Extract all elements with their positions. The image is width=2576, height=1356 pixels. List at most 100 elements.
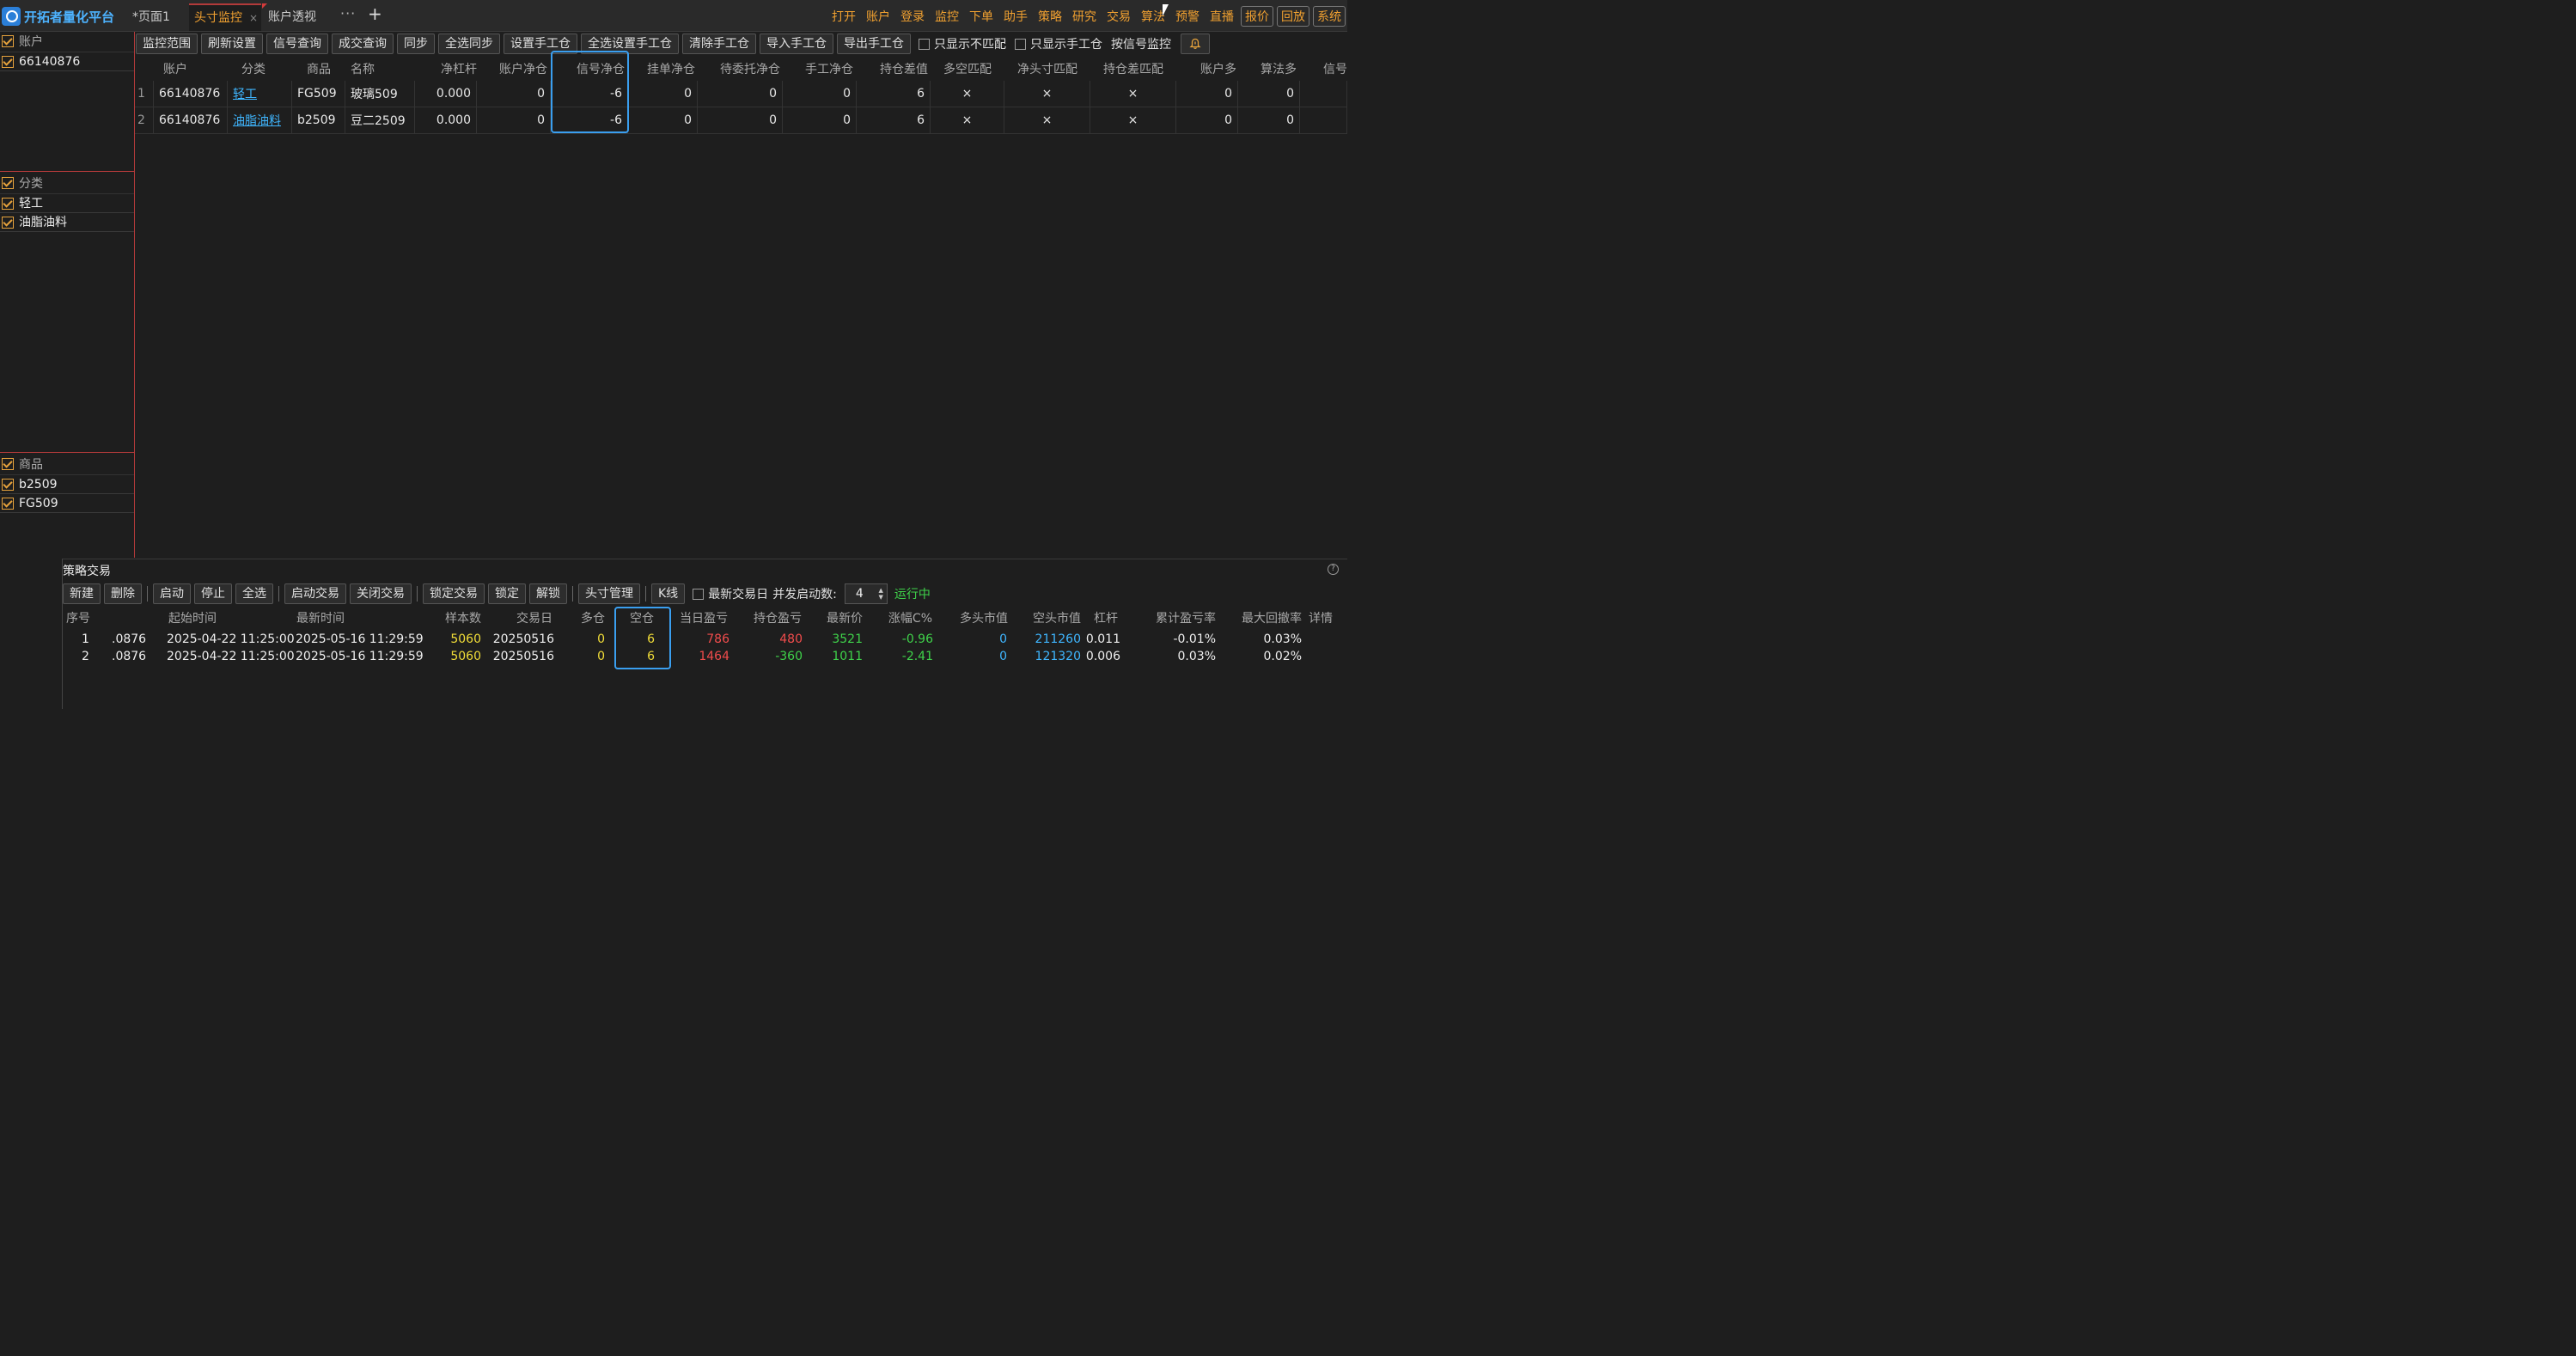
unlock-button[interactable]: 解锁 <box>529 583 567 604</box>
fill-query-button[interactable]: 成交查询 <box>332 34 394 54</box>
menu-account[interactable]: 账户 <box>861 8 895 25</box>
checkbox-icon[interactable] <box>2 35 14 47</box>
select-all-set-manual-button[interactable]: 全选设置手工仓 <box>581 34 679 54</box>
stepper-arrows-icon[interactable]: ▲ ▼ <box>879 587 883 601</box>
checkbox-icon[interactable] <box>2 498 14 510</box>
import-manual-position-button[interactable]: 导入手工仓 <box>760 34 833 54</box>
column-header[interactable]: 账户净仓 <box>477 56 547 81</box>
sync-button[interactable]: 同步 <box>397 34 435 54</box>
table-row[interactable]: 2 66140876 油脂油料 b2509 豆二2509 0.000 0 -6 … <box>135 107 1347 134</box>
column-header[interactable]: 起始时间 <box>168 608 217 627</box>
products-header[interactable]: 商品 <box>0 455 134 475</box>
column-header[interactable]: 涨幅C% <box>888 608 932 627</box>
menu-alert[interactable]: 预警 <box>1170 8 1205 25</box>
tab-position-monitor[interactable]: 头寸监控 × <box>189 3 261 31</box>
column-header[interactable]: 挂单净仓 <box>628 56 695 81</box>
categories-header[interactable]: 分类 <box>0 174 134 194</box>
column-header[interactable]: 信号净仓 <box>551 56 625 81</box>
column-header[interactable]: 当日盈亏 <box>678 608 728 627</box>
only-unmatched-checkbox[interactable]: 只显示不匹配 <box>919 35 1006 52</box>
tab-account-view[interactable]: 账户透视 <box>263 3 335 31</box>
column-header[interactable]: 序号 <box>66 608 90 627</box>
cell-category[interactable]: 油脂油料 <box>228 107 292 134</box>
checkbox-icon[interactable] <box>2 217 14 229</box>
checkbox-icon[interactable] <box>2 177 14 189</box>
table-row[interactable]: 2 .0876 2025-04-22 11:25:00 2025-05-16 1… <box>63 648 1348 665</box>
stop-button[interactable]: 停止 <box>194 583 232 604</box>
menu-login[interactable]: 登录 <box>895 8 930 25</box>
column-header[interactable]: 持仓盈亏 <box>752 608 802 627</box>
menu-strategy[interactable]: 策略 <box>1033 8 1067 25</box>
signal-query-button[interactable]: 信号查询 <box>266 34 328 54</box>
set-manual-position-button[interactable]: 设置手工仓 <box>504 34 577 54</box>
replay-button[interactable]: 回放 <box>1277 6 1309 27</box>
cell-category[interactable]: 轻工 <box>228 81 292 107</box>
column-header[interactable]: 持仓差匹配 <box>1090 56 1176 81</box>
column-header[interactable]: 累计盈亏率 <box>1154 608 1216 627</box>
column-header[interactable]: 账户 <box>154 56 197 81</box>
column-header[interactable]: 多仓 <box>579 608 605 627</box>
column-header[interactable]: 持仓差值 <box>857 56 928 81</box>
only-manual-checkbox[interactable]: 只显示手工仓 <box>1015 35 1102 52</box>
category-link[interactable]: 轻工 <box>233 85 257 102</box>
lock-trading-button[interactable]: 锁定交易 <box>423 583 485 604</box>
close-trading-button[interactable]: 关闭交易 <box>350 583 412 604</box>
kline-button[interactable]: K线 <box>651 583 686 604</box>
checkbox-icon[interactable] <box>2 56 14 68</box>
tab-page1[interactable]: *页面1 <box>127 3 189 31</box>
column-header[interactable]: 最新价 <box>826 608 863 627</box>
checkbox-icon[interactable] <box>919 38 930 50</box>
signal-monitor-label[interactable]: 按信号监控 <box>1111 35 1171 52</box>
menu-order[interactable]: 下单 <box>964 8 998 25</box>
new-button[interactable]: 新建 <box>63 583 101 604</box>
menu-trade[interactable]: 交易 <box>1102 8 1136 25</box>
category-link[interactable]: 油脂油料 <box>233 112 281 129</box>
position-management-button[interactable]: 头寸管理 <box>578 583 640 604</box>
system-button[interactable]: 系统 <box>1313 6 1346 27</box>
column-header[interactable]: 样本数 <box>443 608 481 627</box>
column-header[interactable]: 商品 <box>292 56 345 81</box>
start-trading-button[interactable]: 启动交易 <box>284 583 346 604</box>
close-icon[interactable]: × <box>249 12 258 24</box>
filter-item-product[interactable]: FG509 <box>0 494 134 513</box>
monitor-scope-button[interactable]: 监控范围 <box>136 34 198 54</box>
column-header[interactable]: 多头市值 <box>958 608 1008 627</box>
column-header[interactable]: 信号 <box>1300 56 1347 81</box>
lock-button[interactable]: 锁定 <box>488 583 526 604</box>
column-header[interactable]: 空头市值 <box>1031 608 1081 627</box>
column-header[interactable]: 多空匹配 <box>931 56 1004 81</box>
menu-assistant[interactable]: 助手 <box>998 8 1033 25</box>
checkbox-icon[interactable] <box>2 479 14 491</box>
column-header[interactable]: 账户多 <box>1176 56 1236 81</box>
accounts-header[interactable]: 账户 <box>0 32 134 52</box>
add-tab-icon[interactable]: + <box>368 3 382 24</box>
column-header[interactable]: 名称 <box>345 56 380 81</box>
refresh-settings-button[interactable]: 刷新设置 <box>201 34 263 54</box>
alarm-bell-icon[interactable] <box>1181 34 1210 54</box>
menu-monitor[interactable]: 监控 <box>930 8 964 25</box>
column-header[interactable]: 最新时间 <box>296 608 345 627</box>
filter-item-product[interactable]: b2509 <box>0 475 134 494</box>
delete-button[interactable]: 删除 <box>104 583 142 604</box>
select-all-button[interactable]: 全选 <box>235 583 273 604</box>
checkbox-icon[interactable] <box>693 588 705 600</box>
checkbox-icon[interactable] <box>2 198 14 210</box>
select-all-sync-button[interactable]: 全选同步 <box>438 34 500 54</box>
filter-item-account[interactable]: 66140876 <box>0 52 134 71</box>
menu-open[interactable]: 打开 <box>827 8 861 25</box>
table-row[interactable]: 1 .0876 2025-04-22 11:25:00 2025-05-16 1… <box>63 631 1348 648</box>
quote-button[interactable]: 报价 <box>1241 6 1273 27</box>
checkbox-icon[interactable] <box>1015 38 1026 50</box>
column-header[interactable]: 详情 <box>1309 608 1333 627</box>
menu-research[interactable]: 研究 <box>1067 8 1102 25</box>
clear-manual-position-button[interactable]: 清除手工仓 <box>682 34 756 54</box>
column-header[interactable]: 净杠杆 <box>415 56 477 81</box>
filter-item-category[interactable]: 轻工 <box>0 194 134 213</box>
column-header[interactable]: 杠杆 <box>1092 608 1118 627</box>
column-header[interactable]: 手工净仓 <box>783 56 853 81</box>
menu-live[interactable]: 直播 <box>1205 8 1239 25</box>
column-header[interactable]: 最大回撤率 <box>1240 608 1302 627</box>
help-icon[interactable]: ? <box>1328 564 1339 575</box>
column-header[interactable]: 分类 <box>228 56 279 81</box>
column-header[interactable]: 空仓 <box>628 608 654 627</box>
